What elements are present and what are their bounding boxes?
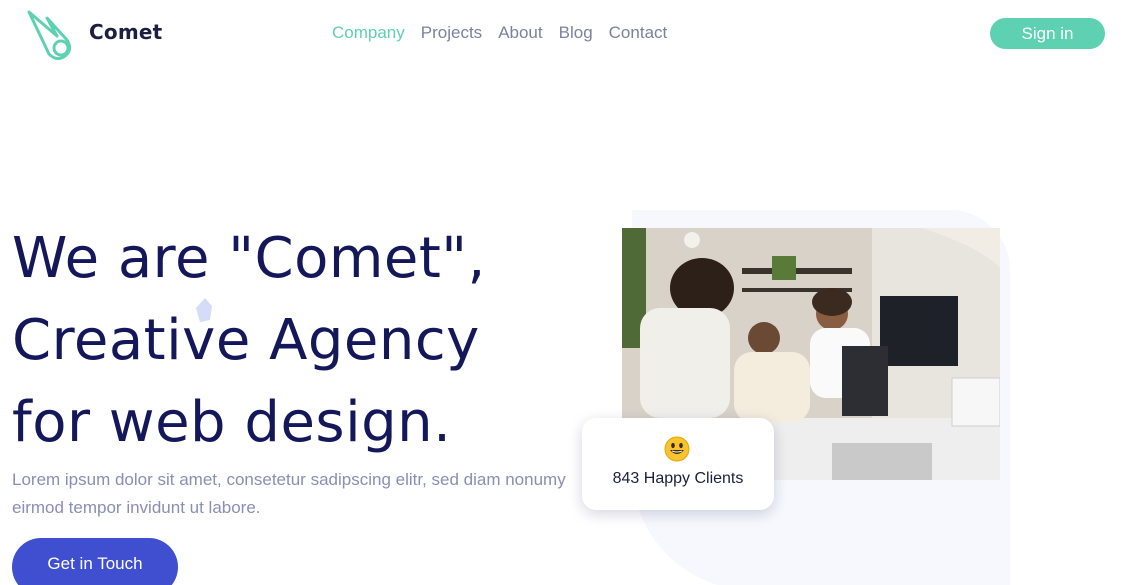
happy-clients-text: 843 Happy Clients <box>612 470 744 487</box>
hero-title-line-2: Creative Agency <box>12 308 480 373</box>
grinning-face-icon <box>664 436 690 462</box>
brand-name[interactable]: Comet <box>89 20 162 44</box>
nav-item-projects[interactable]: Projects <box>421 23 482 43</box>
happy-clients-card: 843 Happy Clients <box>582 418 774 510</box>
nav-item-contact[interactable]: Contact <box>609 23 668 43</box>
nav-item-blog[interactable]: Blog <box>559 23 593 43</box>
main-nav: Company Projects About Blog Contact <box>332 23 683 43</box>
comet-logo-icon <box>27 10 72 60</box>
brand-logo[interactable] <box>27 10 77 60</box>
hero-title-line-3: for web design. <box>12 390 452 455</box>
sparkle-decoration-icon <box>196 298 212 322</box>
nav-item-about[interactable]: About <box>498 23 542 43</box>
get-in-touch-button[interactable]: Get in Touch <box>12 538 178 585</box>
hero-title-line-1: We are "Comet", <box>12 226 486 291</box>
hero-title: We are "Comet", Creative Agency for web … <box>12 218 486 464</box>
hero-subtitle: Lorem ipsum dolor sit amet, consetetur s… <box>12 470 566 517</box>
sign-in-button[interactable]: Sign in <box>990 18 1105 49</box>
nav-item-company[interactable]: Company <box>332 23 405 43</box>
